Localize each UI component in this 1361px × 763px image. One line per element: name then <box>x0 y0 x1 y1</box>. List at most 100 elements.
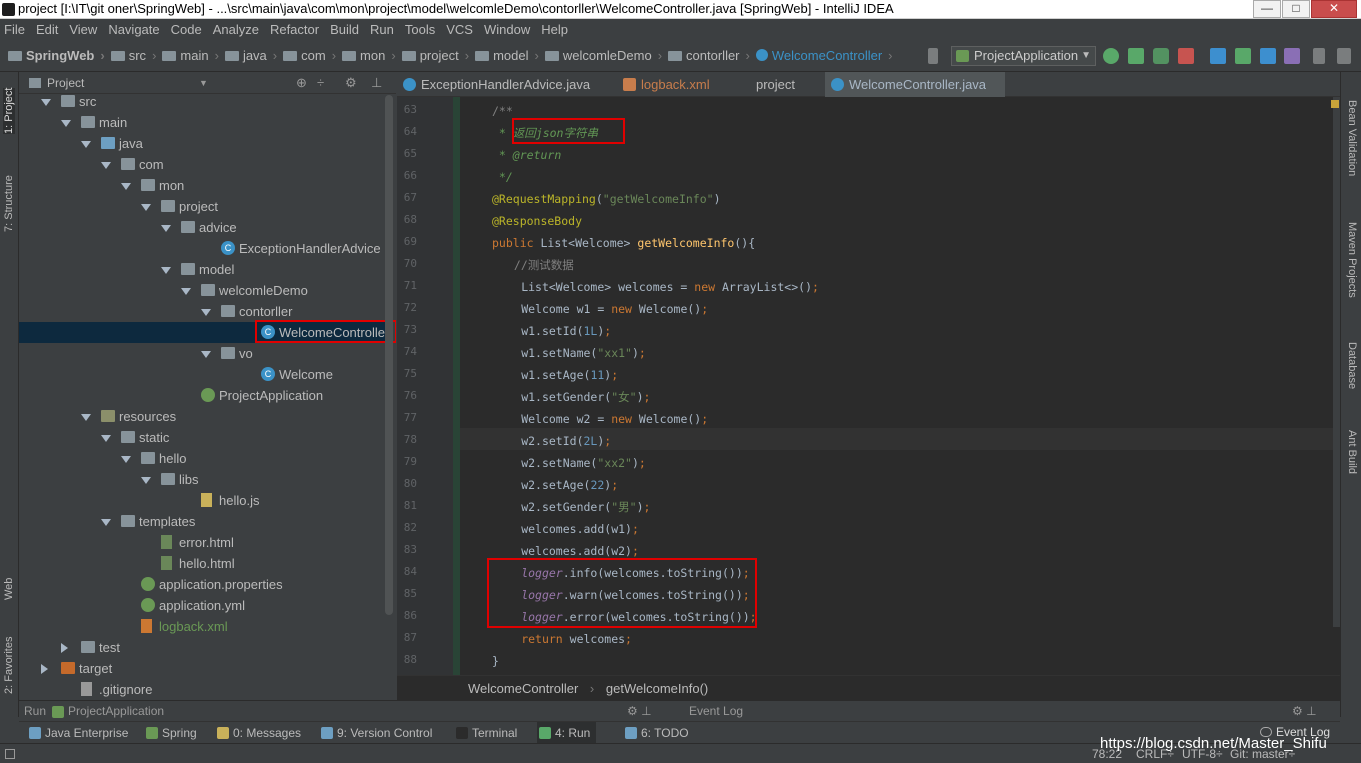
tree-node[interactable]: .gitignore <box>19 679 385 700</box>
coverage-icon[interactable] <box>1153 48 1169 64</box>
editor-tab[interactable]: project <box>732 72 820 97</box>
bean-validation-tool-tab[interactable]: Bean Validation <box>1346 100 1358 176</box>
tool-window-button[interactable]: Terminal <box>454 722 523 744</box>
tree-node[interactable]: hello.html <box>19 553 385 574</box>
expand-arrow-icon[interactable] <box>41 99 51 106</box>
expand-arrow-icon[interactable] <box>121 183 131 190</box>
expand-arrow-icon[interactable] <box>101 519 111 526</box>
tree-node[interactable]: hello.js <box>19 490 385 511</box>
breadcrumb-item[interactable]: welcomleDemo › <box>544 40 662 72</box>
menu-item-run[interactable]: Run <box>364 19 399 40</box>
tree-node[interactable]: welcomleDemo <box>19 280 385 301</box>
breadcrumb-item[interactable]: WelcomeController › <box>755 40 893 72</box>
expand-arrow-icon[interactable] <box>121 456 131 463</box>
editor-tab[interactable]: WelcomeController.java <box>825 72 1005 97</box>
breadcrumb-item[interactable]: contorller › <box>668 40 750 72</box>
project-view-select[interactable]: Project <box>47 76 84 90</box>
tree-node[interactable]: target <box>19 658 385 679</box>
project-structure-icon[interactable] <box>1313 48 1325 64</box>
expand-arrow-icon[interactable] <box>141 204 151 211</box>
code-line[interactable]: @RequestMapping("getWelcomeInfo") <box>492 188 721 210</box>
collapse-arrow-icon[interactable] <box>61 643 68 653</box>
code-line[interactable]: w1.setName("xx1"); <box>521 342 646 364</box>
breadcrumb-method[interactable]: getWelcomeInfo() <box>606 681 708 696</box>
run-configuration-select[interactable]: ProjectApplication ▼ <box>951 46 1096 66</box>
run-config-label[interactable]: ProjectApplication <box>68 701 164 722</box>
gear-icon[interactable]: ⚙ ⊥ <box>627 701 652 722</box>
tool-window-button[interactable]: 0: Messages <box>215 722 307 744</box>
breadcrumb-item[interactable]: project › <box>401 40 469 72</box>
menu-item-help[interactable]: Help <box>535 19 573 40</box>
code-line[interactable]: w1.setGender("女"); <box>521 386 650 408</box>
code-line[interactable]: w1.setAge(11); <box>521 364 618 386</box>
breadcrumb-item[interactable]: model › <box>475 40 539 72</box>
expand-arrow-icon[interactable] <box>61 120 71 127</box>
vcs-compare-icon[interactable] <box>1260 48 1276 64</box>
expand-arrow-icon[interactable] <box>101 162 111 169</box>
menu-item-edit[interactable]: Edit <box>30 19 63 40</box>
vcs-commit-icon[interactable] <box>1235 48 1251 64</box>
code-line[interactable]: public List<Welcome> getWelcomeInfo(){ <box>492 232 755 254</box>
tree-node[interactable]: project <box>19 196 385 217</box>
menu-item-tools[interactable]: Tools <box>399 19 440 40</box>
expand-arrow-icon[interactable] <box>201 309 211 316</box>
code-line[interactable]: w2.setAge(22); <box>521 474 618 496</box>
tree-node[interactable]: static <box>19 427 385 448</box>
debug-icon[interactable] <box>1128 48 1144 64</box>
search-icon[interactable] <box>1337 48 1351 64</box>
tree-node[interactable]: application.properties <box>19 574 385 595</box>
expand-arrow-icon[interactable] <box>81 414 91 421</box>
breadcrumb-item[interactable]: mon › <box>342 40 396 72</box>
gear-icon[interactable]: ⚙ <box>345 76 357 90</box>
breadcrumb-item[interactable]: com › <box>283 40 336 72</box>
breadcrumb-item[interactable]: SpringWeb › <box>8 40 105 72</box>
tree-node[interactable]: main <box>19 112 385 133</box>
tree-node[interactable]: C WelcomeController <box>19 320 396 343</box>
menu-item-view[interactable]: View <box>63 19 102 40</box>
code-line[interactable]: @ResponseBody <box>492 210 582 232</box>
structure-tool-tab[interactable]: 7: Structure <box>3 175 15 232</box>
tool-window-button[interactable]: 6: TODO <box>623 722 695 744</box>
collapse-arrow-icon[interactable] <box>41 664 48 674</box>
menu-item-vcs[interactable]: VCS <box>440 19 478 40</box>
breadcrumb-class[interactable]: WelcomeController <box>468 681 578 696</box>
tool-window-button[interactable]: 9: Version Control <box>319 722 438 744</box>
tool-window-button[interactable]: Spring <box>144 722 203 744</box>
code-line[interactable]: List<Welcome> welcomes = new ArrayList<>… <box>521 276 819 298</box>
expand-arrow-icon[interactable] <box>141 477 151 484</box>
close-button[interactable]: ✕ <box>1311 0 1357 18</box>
tree-node[interactable]: hello <box>19 448 385 469</box>
breadcrumb-item[interactable]: main › <box>162 40 219 72</box>
menu-item-navigate[interactable]: Navigate <box>102 19 164 40</box>
gear-icon[interactable]: ⚙ ⊥ <box>1292 701 1317 722</box>
tree-node[interactable]: advice <box>19 217 385 238</box>
code-line[interactable]: return welcomes; <box>521 628 632 650</box>
code-line[interactable]: w2.setName("xx2"); <box>521 452 646 474</box>
code-line[interactable]: */ <box>492 166 513 188</box>
tree-node[interactable]: vo <box>19 343 385 364</box>
code-line[interactable]: * @return <box>492 144 561 166</box>
tree-node[interactable]: model <box>19 259 385 280</box>
editor-tab[interactable]: ExceptionHandlerAdvice.java <box>397 72 612 97</box>
project-tool-tab[interactable]: 1: Project <box>3 87 15 134</box>
tree-node[interactable]: com <box>19 154 385 175</box>
tree-node[interactable]: C ExceptionHandlerAdvice <box>19 238 385 259</box>
tree-node[interactable]: ProjectApplication <box>19 385 385 406</box>
tree-node[interactable]: libs <box>19 469 385 490</box>
tree-node[interactable]: logback.xml <box>19 616 385 637</box>
breadcrumb-item[interactable]: src › <box>110 40 156 72</box>
tool-window-button[interactable]: 4: Run <box>537 722 597 744</box>
menu-item-refactor[interactable]: Refactor <box>264 19 324 40</box>
code-line[interactable]: w2.setId(2L); <box>521 430 611 452</box>
editor-tab[interactable]: logback.xml <box>617 72 727 97</box>
locate-icon[interactable]: ⊕ <box>296 76 307 90</box>
event-log-label[interactable]: Event Log <box>689 701 743 722</box>
stop-icon[interactable] <box>1178 48 1194 64</box>
menu-item-window[interactable]: Window <box>478 19 535 40</box>
code-line[interactable]: w1.setId(1L); <box>521 320 611 342</box>
vcs-revert-icon[interactable] <box>1284 48 1300 64</box>
favorites-tool-tab[interactable]: 2: Favorites <box>3 637 15 694</box>
code-line[interactable]: Welcome w1 = new Welcome(); <box>521 298 708 320</box>
menu-item-code[interactable]: Code <box>165 19 207 40</box>
expand-arrow-icon[interactable] <box>181 288 191 295</box>
